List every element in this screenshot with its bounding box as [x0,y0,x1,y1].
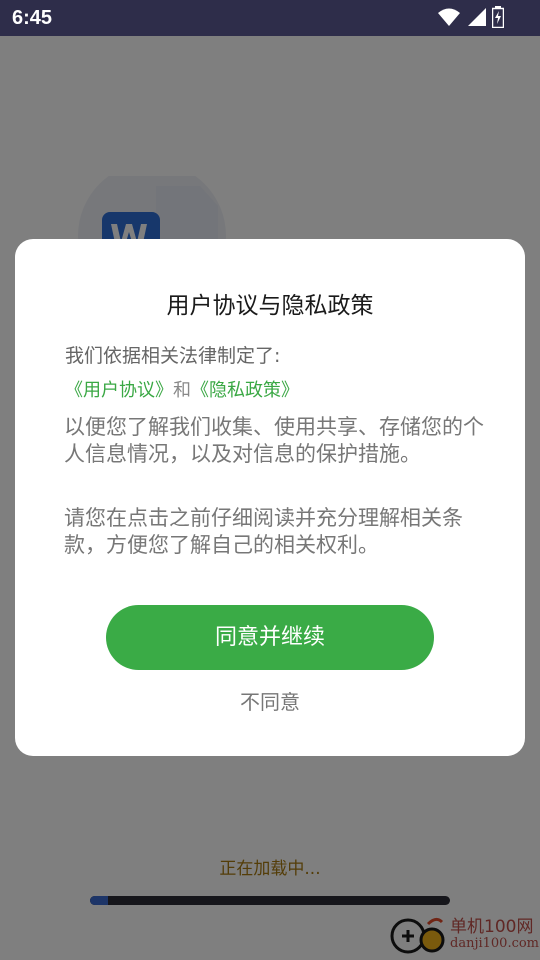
dialog-title: 用户协议与隐私政策 [166,293,374,319]
status-icons [438,6,504,28]
user-agreement-link[interactable]: 《用户协议》 [65,380,173,401]
links-joiner: 和 [173,380,191,401]
dialog-paragraph-2: 请您在点击之前仔细阅读并充分理解相关条款，方便您了解自己的相关权利。 [64,506,463,557]
agreement-links: 《用户协议》和《隐私政策》 [65,376,299,402]
privacy-dialog: 用户协议与隐私政策 我们依据相关法律制定了: 《用户协议》和《隐私政策》 以便您… [15,239,525,756]
signal-icon [468,8,486,26]
dialog-intro: 我们依据相关法律制定了: [65,345,281,367]
status-time: 6:45 [12,7,53,29]
battery-icon [492,6,504,28]
agree-and-continue-button[interactable]: 同意并继续 [106,605,434,670]
status-bar: 6:45 [0,0,540,36]
privacy-policy-link[interactable]: 《隐私政策》 [191,380,299,401]
dialog-paragraph-1: 以便您了解我们收集、使用共享、存储您的个人信息情况，以及对信息的保护措施。 [64,415,484,466]
decline-button[interactable]: 不同意 [15,686,525,715]
wifi-icon [438,8,460,26]
